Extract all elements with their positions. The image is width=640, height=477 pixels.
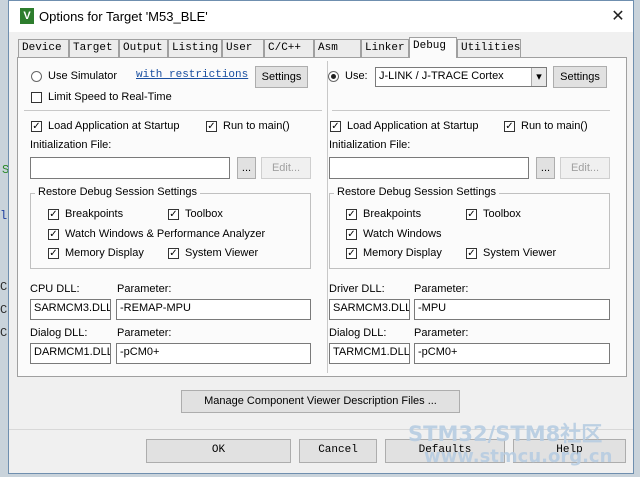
watch-windows-label: Watch Windows & Performance Analyzer [65, 228, 266, 240]
tab-user[interactable]: User [222, 39, 264, 57]
dialog-param-field[interactable]: -pCM0+ [116, 343, 311, 364]
init-file-edit-button[interactable]: Edit... [261, 157, 311, 179]
restrictions-link[interactable]: with restrictions [136, 69, 248, 81]
background-text: C [0, 326, 8, 340]
load-app-checkbox-right[interactable]: ✓ [330, 121, 341, 132]
toolbox-label-right: Toolbox [483, 208, 521, 220]
app-icon: V [20, 8, 34, 24]
watch-windows-label-right: Watch Windows [363, 228, 442, 240]
dialog-dll-field-right[interactable]: TARMCM1.DLL [329, 343, 410, 364]
init-file-label: Initialization File: [30, 139, 112, 151]
run-to-main-label: Run to main() [223, 120, 290, 132]
memory-display-checkbox[interactable]: ✓ [48, 248, 59, 259]
run-to-main-label-right: Run to main() [521, 120, 588, 132]
run-to-main-checkbox-right[interactable]: ✓ [504, 121, 515, 132]
dialog-param-label-right: Parameter: [414, 327, 469, 339]
system-viewer-checkbox-right[interactable]: ✓ [466, 248, 477, 259]
tab-utilities[interactable]: Utilities [457, 39, 521, 57]
system-viewer-checkbox[interactable]: ✓ [168, 248, 179, 259]
breakpoints-label: Breakpoints [65, 208, 124, 220]
toolbox-checkbox-right[interactable]: ✓ [466, 209, 477, 220]
watermark-url: www.stmcu.org.cn [424, 446, 613, 467]
restore-settings-title-right: Restore Debug Session Settings [334, 186, 499, 198]
title-bar[interactable]: V Options for Target 'M53_BLE' ✕ [9, 1, 633, 32]
ok-button[interactable]: OK [146, 439, 291, 463]
watch-windows-checkbox[interactable]: ✓ [48, 229, 59, 240]
restore-settings-title: Restore Debug Session Settings [35, 186, 200, 198]
driver-param-field[interactable]: -MPU [414, 299, 610, 320]
tab-asm[interactable]: Asm [314, 39, 361, 57]
breakpoints-checkbox[interactable]: ✓ [48, 209, 59, 220]
use-simulator-label: Use Simulator [48, 70, 118, 82]
column-divider [327, 61, 328, 373]
driver-select[interactable]: J-LINK / J-TRACE Cortex ▾ [375, 67, 547, 87]
use-driver-label: Use: [345, 70, 368, 82]
memory-display-checkbox-right[interactable]: ✓ [346, 248, 357, 259]
tab-debug[interactable]: Debug [409, 37, 457, 58]
init-file-browse-button-right[interactable]: ... [536, 157, 555, 179]
driver-dll-label: Driver DLL: [329, 283, 385, 295]
limit-speed-checkbox[interactable] [31, 92, 42, 103]
manage-component-viewer-button[interactable]: Manage Component Viewer Description File… [181, 390, 460, 413]
background-text: C [0, 280, 8, 294]
window-title: Options for Target 'M53_BLE' [39, 9, 208, 24]
use-simulator-radio[interactable] [31, 71, 42, 82]
load-app-label: Load Application at Startup [48, 120, 180, 132]
dialog-param-field-right[interactable]: -pCM0+ [414, 343, 610, 364]
toolbox-checkbox[interactable]: ✓ [168, 209, 179, 220]
use-driver-radio[interactable] [328, 71, 339, 82]
memory-display-label: Memory Display [65, 247, 144, 259]
driver-dll-field[interactable]: SARMCM3.DLL [329, 299, 410, 320]
dialog-dll-label-right: Dialog DLL: [329, 327, 387, 339]
cancel-button[interactable]: Cancel [299, 439, 377, 463]
tab-target[interactable]: Target [69, 39, 119, 57]
tab-c-cpp[interactable]: C/C++ [264, 39, 314, 57]
options-dialog: V Options for Target 'M53_BLE' ✕ Device … [8, 0, 634, 474]
cpu-dll-field[interactable]: SARMCM3.DLL [30, 299, 111, 320]
init-file-input-right[interactable] [329, 157, 529, 179]
limit-speed-label: Limit Speed to Real-Time [48, 91, 172, 103]
breakpoints-checkbox-right[interactable]: ✓ [346, 209, 357, 220]
driver-settings-button[interactable]: Settings [553, 66, 607, 88]
init-file-label-right: Initialization File: [329, 139, 411, 151]
dialog-param-label: Parameter: [117, 327, 172, 339]
background-text: l [0, 209, 8, 223]
dialog-dll-field[interactable]: DARMCM1.DLL [30, 343, 111, 364]
driver-param-label: Parameter: [414, 283, 469, 295]
divider [24, 110, 322, 111]
init-file-edit-button-right[interactable]: Edit... [560, 157, 610, 179]
driver-select-value: J-LINK / J-TRACE Cortex [379, 70, 504, 82]
toolbox-label: Toolbox [185, 208, 223, 220]
chevron-down-icon[interactable]: ▾ [531, 68, 546, 86]
dialog-dll-label: Dialog DLL: [30, 327, 88, 339]
cpu-dll-label: CPU DLL: [30, 283, 80, 295]
init-file-browse-button[interactable]: ... [237, 157, 256, 179]
tab-output[interactable]: Output [119, 39, 168, 57]
memory-display-label-right: Memory Display [363, 247, 442, 259]
load-app-label-right: Load Application at Startup [347, 120, 479, 132]
run-to-main-checkbox[interactable]: ✓ [206, 121, 217, 132]
cpu-param-field[interactable]: -REMAP-MPU [116, 299, 311, 320]
tab-listing[interactable]: Listing [168, 39, 222, 57]
watermark-title: STM32/STM8社区 [408, 422, 603, 446]
cpu-param-label: Parameter: [117, 283, 172, 295]
divider [332, 110, 610, 111]
breakpoints-label-right: Breakpoints [363, 208, 422, 220]
tab-linker[interactable]: Linker [361, 39, 409, 57]
system-viewer-label: System Viewer [185, 247, 259, 259]
watch-windows-checkbox-right[interactable]: ✓ [346, 229, 357, 240]
background-text: C [0, 303, 8, 317]
init-file-input[interactable] [30, 157, 230, 179]
system-viewer-label-right: System Viewer [483, 247, 557, 259]
load-app-checkbox[interactable]: ✓ [31, 121, 42, 132]
simulator-settings-button[interactable]: Settings [255, 66, 308, 88]
tab-device[interactable]: Device [18, 39, 69, 57]
close-icon[interactable]: ✕ [607, 6, 629, 26]
